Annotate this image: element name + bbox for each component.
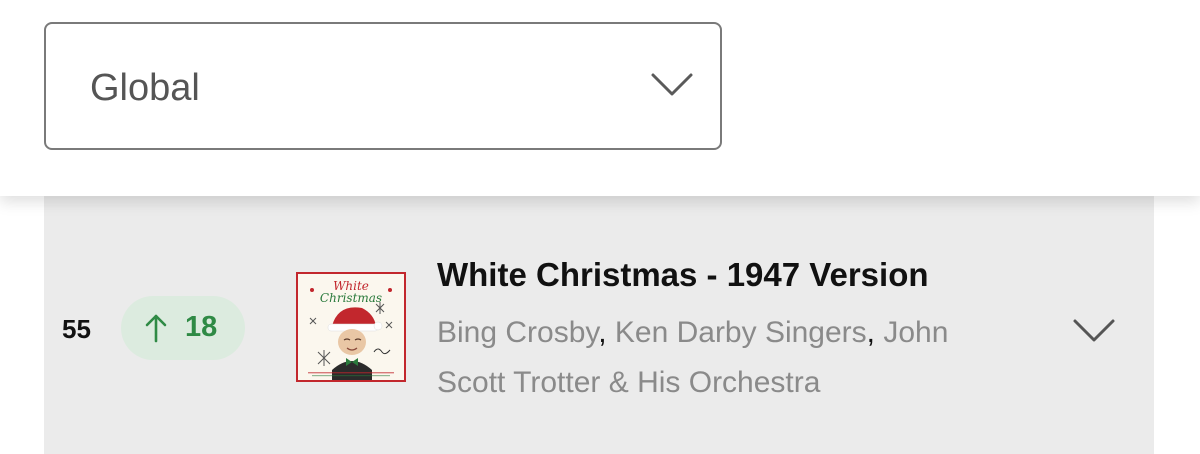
chart-list: 55 18 White Christmas White Christmas - …	[0, 196, 1200, 454]
chevron-down-icon[interactable]	[1072, 318, 1116, 344]
album-cover[interactable]: White Christmas	[296, 272, 406, 382]
album-cover-art	[308, 288, 394, 380]
track-title[interactable]: White Christmas - 1947 Version	[437, 256, 929, 294]
rank-number: 55	[62, 314, 91, 344]
chevron-down-icon	[651, 73, 693, 96]
artist-separator: ,	[598, 316, 607, 349]
movement-value: 18	[185, 311, 218, 343]
artist-separator: ,	[866, 316, 876, 349]
arrow-up-icon	[145, 314, 167, 343]
artist-link[interactable]: Ken Darby Singers	[615, 316, 867, 349]
chart-row[interactable]: 55 18 White Christmas White Christmas - …	[44, 196, 1154, 454]
artist-link[interactable]: Bing Crosby	[437, 316, 598, 349]
region-dropdown[interactable]: Global	[44, 22, 722, 150]
region-selected-value: Global	[90, 67, 200, 109]
track-artists: Bing Crosby, Ken Darby Singers, John Sco…	[437, 308, 1017, 408]
movement-badge: 18	[121, 296, 245, 360]
header-bar: Global	[0, 0, 1200, 196]
